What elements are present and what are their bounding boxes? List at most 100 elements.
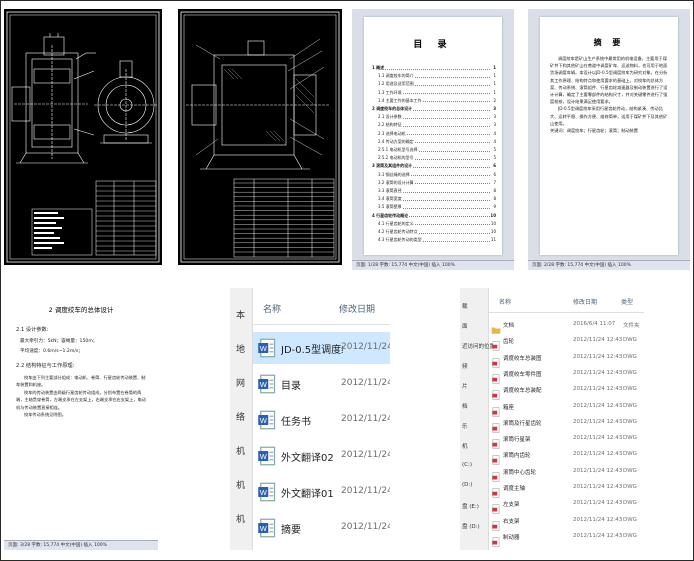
abstract-body: 调度绞车是矿山生产系统中最常用的机电设备，主要用于煤矿井下和其他矿山在巷道中调度…	[550, 55, 668, 134]
file-row[interactable]: 右支架 2012/11/24 12:43 DWG	[489, 514, 644, 531]
column-name[interactable]: 名称	[499, 297, 511, 306]
toc-entry[interactable]: 1 概述 1	[372, 65, 496, 71]
toc-entry[interactable]: 3.5 滚筒壁厚 9	[378, 204, 496, 211]
nav-item[interactable]: 乐	[462, 422, 468, 430]
toc-entry[interactable]: 1.1 调度绞车的简介 1	[378, 73, 496, 80]
subsection-heading-2: 2.2 结构特征与工作原理:	[16, 363, 75, 369]
nav-item[interactable]: 机	[236, 444, 245, 457]
toc-entry[interactable]: 3.2 滚筒的设计计算 7	[378, 179, 496, 186]
status-bar: 页面: 1/28 字数: 15,774 中文(中国) 插入 100%	[352, 260, 514, 270]
nav-item[interactable]: 频	[462, 362, 468, 370]
toc-entry[interactable]: 3.1 钢丝绳的选择 6	[378, 171, 496, 178]
file-date: 2012/11/24 12:43	[573, 386, 623, 393]
nav-item[interactable]: 络	[236, 410, 245, 423]
nav-item[interactable]: 网	[236, 376, 245, 389]
word-document-icon: W	[258, 374, 276, 394]
file-row[interactable]: 滚筒内齿轮 2012/11/24 12:43 DWG	[489, 448, 644, 466]
file-row[interactable]: 制动器 2012/11/24 12:43 DWG	[489, 530, 644, 547]
toc-entry[interactable]: 2.2 结构特征 3	[378, 122, 496, 129]
svg-text:W: W	[260, 380, 268, 389]
file-row[interactable]: W 目录2012/11/24 12:43Microsoft	[253, 368, 390, 400]
word-window-section2: 2 调度绞车的总体设计 2.1 设计参数: 最大牵引力：5kN；容绳量：150m…	[4, 286, 158, 550]
toc-entry[interactable]: 3 滚筒及其组件的设计 6	[372, 163, 496, 170]
file-type: DWG	[623, 418, 637, 425]
toc-entry-page: 11	[490, 237, 496, 244]
file-row[interactable]: W 外文翻译022012/11/24 13:18Microsoft	[253, 440, 390, 472]
toc-entry[interactable]: 2.1 设计参数 3	[378, 114, 496, 121]
nav-item[interactable]: 载	[462, 302, 468, 310]
toc-entry-text: 3.4 滚筒宽度	[378, 196, 403, 202]
file-name: 文档	[503, 323, 515, 329]
file-row[interactable]: 箱座 2012/11/24 12:43 DWG	[489, 400, 644, 417]
nav-item[interactable]: 机	[236, 512, 245, 525]
file-name: JD-0.5型调度绞车设计说明书	[281, 345, 343, 356]
nav-item[interactable]: 机	[462, 442, 468, 450]
nav-item[interactable]: 盘 (E:)	[462, 502, 479, 510]
file-row[interactable]: 滚筒行星架 2012/11/24 12:43 DWG	[489, 432, 644, 449]
toc-entry[interactable]: 2 调度绞车的总体设计 3	[372, 106, 496, 112]
toc-entry-page: 1	[493, 65, 496, 71]
file-row[interactable]: W JD-0.5型调度绞车设计说明书2012/11/24 12:43Micros…	[253, 332, 390, 364]
toc-entry[interactable]: 4 行星齿轮传动概论 10	[372, 212, 496, 219]
file-date: 2012/11/24 12:43	[341, 378, 390, 388]
file-row[interactable]: 调度绞车总装图 2012/11/24 12:43 DWG	[489, 351, 644, 368]
abstract-paragraph-1: 调度绞车是矿山生产系统中最常用的机电设备，主要用于煤矿井下和其他矿山在巷道中调度…	[550, 56, 668, 105]
file-row[interactable]: 滚筒中心齿轮 2012/11/24 12:43 DWG	[489, 465, 644, 482]
toc-entry[interactable]: 1.4 主要工作的基本工作 2	[378, 97, 496, 104]
file-row[interactable]: 滚筒及行星齿轮 2012/11/24 12:43 DWG	[489, 416, 644, 433]
toc-entry[interactable]: 4.2 行星齿轮传动特点 10	[378, 229, 496, 235]
file-row[interactable]: 文档 2016/6/4 11:07 文件夹	[489, 318, 644, 334]
file-date: 2012/11/24 12:43	[573, 337, 623, 344]
nav-item[interactable]: 盘 (D:)	[462, 522, 480, 530]
file-name: 摘要	[281, 525, 301, 536]
svg-text:W: W	[260, 488, 268, 497]
column-date[interactable]: 修改日期	[573, 297, 597, 306]
cad-assembly-drawing	[6, 11, 160, 263]
file-date: 2012/11/24 12:43	[573, 353, 623, 360]
column-type[interactable]: 类型	[621, 297, 633, 306]
file-type: DWG	[623, 435, 637, 442]
nav-item[interactable]: 档	[462, 402, 468, 410]
file-row[interactable]: 调度主轴 2012/11/24 12:43 DWG	[489, 481, 644, 498]
toc-entry-page: 10	[490, 212, 496, 219]
file-type: DWG	[623, 353, 637, 360]
file-row[interactable]: 齿轮 2012/11/24 12:43 DWG	[489, 334, 644, 351]
file-row[interactable]: 调度绞车零件图 2012/11/24 12:43 DWG	[489, 367, 644, 384]
status-bar: 页面: 2/28 字数: 15,774 中文(中国) 插入 100%	[528, 260, 690, 270]
toc-entry-text: 3.2 滚筒的设计计算	[378, 179, 415, 185]
subsection-heading-1: 2.1 设计参数:	[16, 327, 49, 333]
explorer-window-drawings: 载面近访问的位置频片档乐机 (C:) (D:) 盘 (E:) 盘 (D:) 名称 修改日…	[460, 288, 644, 550]
column-date[interactable]: 修改日期	[339, 302, 375, 315]
file-type: DWG	[623, 516, 637, 523]
toc-entry[interactable]: 2.3 选择电动机 4	[378, 130, 496, 137]
file-name: 任务书	[281, 417, 311, 428]
toc-entry[interactable]: 1.3 工作环境 1	[378, 89, 496, 96]
toc-entry[interactable]: 3.3 滚筒直径 8	[378, 188, 496, 194]
file-row[interactable]: 左支架 2012/11/24 12:43 DWG	[489, 497, 644, 514]
nav-item[interactable]: 机	[236, 478, 245, 491]
toc-entry[interactable]: 4.1 行星齿轮的定义 10	[378, 220, 496, 227]
toc-entry[interactable]: 2.5.2 电动机的型号 5	[378, 155, 496, 162]
nav-item[interactable]: (C:)	[462, 462, 472, 468]
file-row[interactable]: W 摘要2012/11/24 12:43Microsoft	[253, 512, 390, 544]
toc-entry-text: 2.5.1 电动机型号选择	[378, 147, 419, 152]
toc-entry[interactable]: 3.4 滚筒宽度 8	[378, 196, 496, 203]
toc-entry[interactable]: 2.5.1 电动机型号选择 5	[378, 147, 496, 153]
file-row[interactable]: W 任务书2012/11/24 12:43Microsoft	[253, 404, 390, 436]
toc-entry[interactable]: 2.4 传动方案的确定 4	[378, 138, 496, 145]
toc-entry[interactable]: 4.3 行星齿轮传动的类型 11	[378, 237, 496, 244]
toc-entry-text: 3.1 钢丝绳的选择	[378, 171, 411, 177]
param-line-1: 最大牵引力：5kN；容绳量：150m；	[20, 339, 98, 344]
toc-entry[interactable]: 1.2 用途及适用范围 1	[378, 81, 496, 88]
file-row[interactable]: 调度绞车总装配 2012/11/24 12:43 DWG	[489, 383, 644, 400]
nav-item[interactable]: 面	[462, 322, 468, 330]
column-name[interactable]: 名称	[263, 302, 281, 315]
file-name: 制动器	[503, 534, 520, 541]
nav-item[interactable]: (D:)	[462, 482, 472, 488]
nav-item[interactable]: 本	[236, 308, 245, 321]
file-row[interactable]: W 外文翻译012012/11/24 13:26Microsoft	[253, 476, 390, 508]
nav-item[interactable]: 地	[236, 342, 245, 355]
cad-section-drawing	[180, 11, 340, 263]
cad-parts-list	[96, 185, 156, 252]
nav-item[interactable]: 片	[462, 382, 468, 390]
